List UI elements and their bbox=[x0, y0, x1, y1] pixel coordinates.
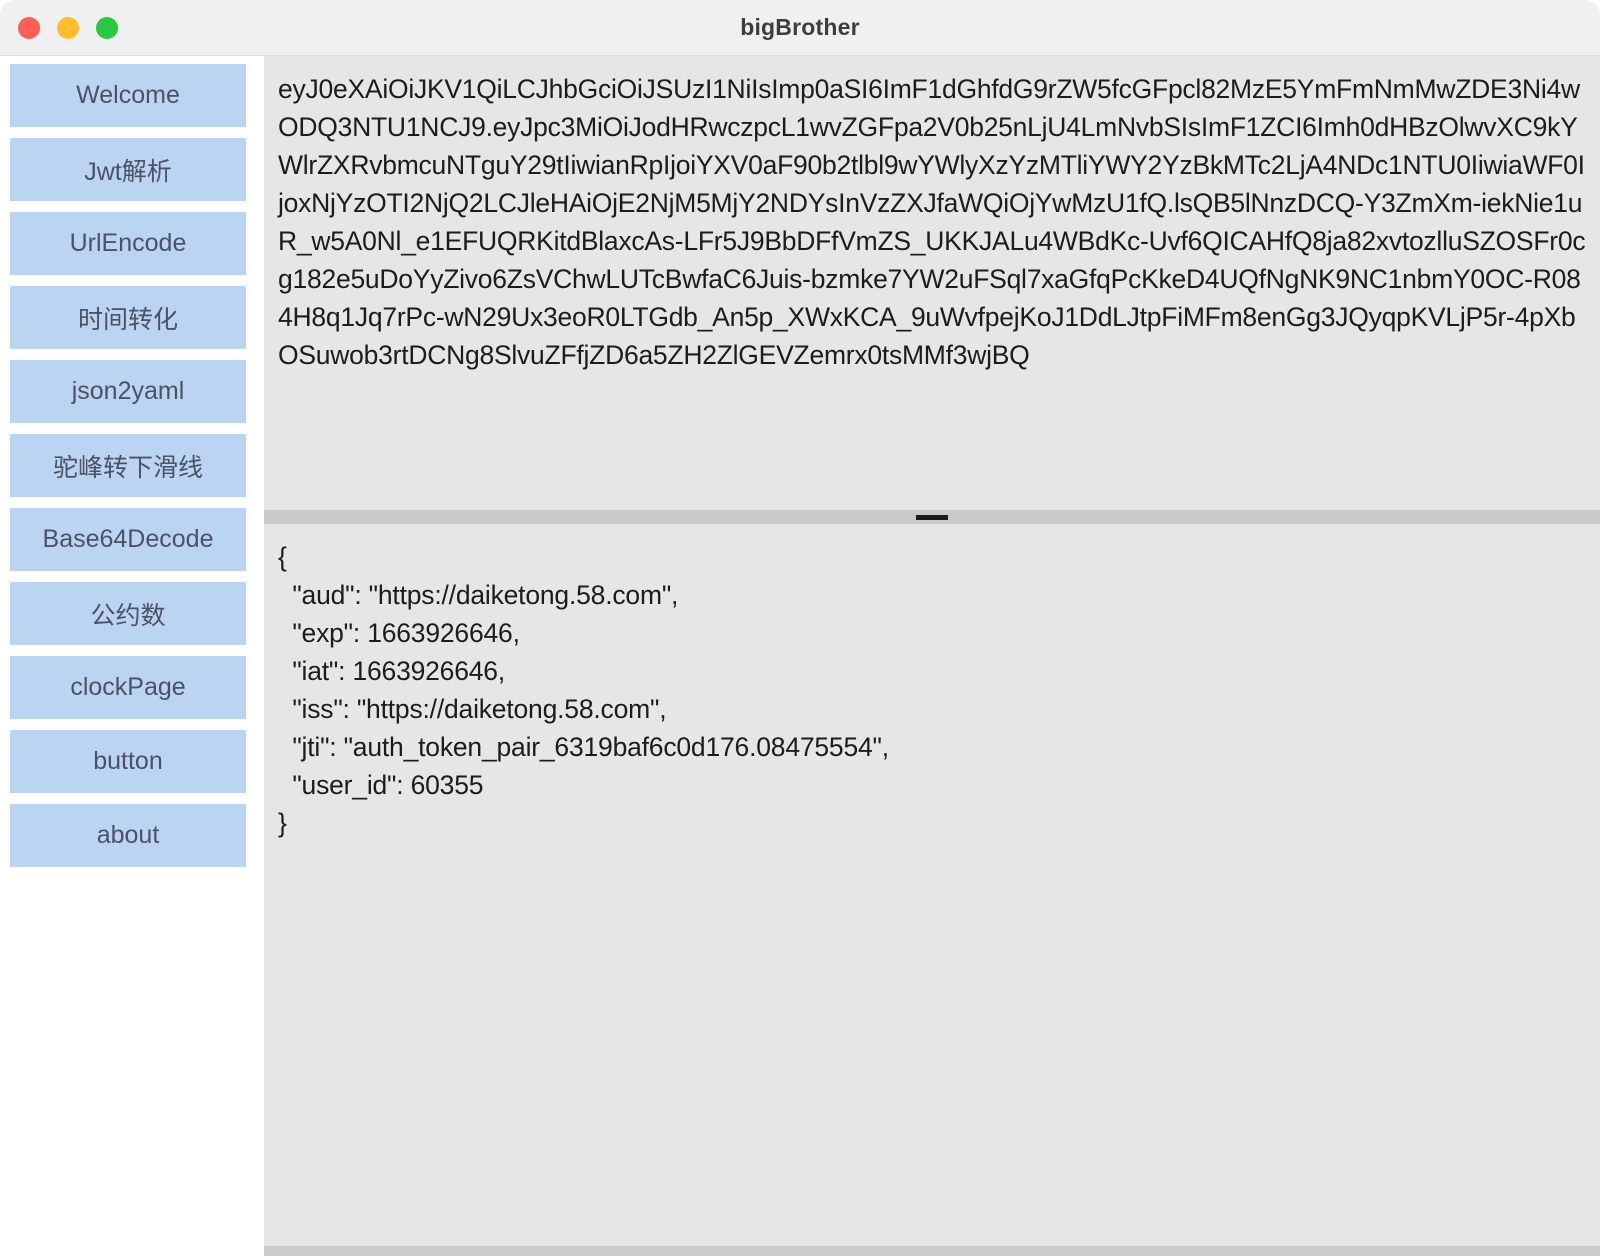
sidebar-item-label: json2yaml bbox=[71, 377, 185, 405]
sidebar-item-camel-to-underscore[interactable]: 驼峰转下滑线 bbox=[10, 434, 246, 497]
splitter-drag-handle[interactable] bbox=[916, 514, 948, 520]
sidebar: Welcome Jwt解析 UrlEncode 时间转化 json2yaml 驼… bbox=[0, 56, 256, 1256]
minimize-window-button[interactable] bbox=[57, 16, 79, 39]
sidebar-item-time-convert[interactable]: 时间转化 bbox=[10, 286, 246, 349]
sidebar-item-json2yaml[interactable]: json2yaml bbox=[10, 360, 246, 423]
title-bar: bigBrother bbox=[0, 0, 1600, 56]
window-title: bigBrother bbox=[740, 14, 860, 40]
sidebar-item-welcome[interactable]: Welcome bbox=[10, 64, 246, 127]
main-content: eyJ0eXAiOiJKV1QiLCJhbGciOiJSUzI1NiIsImp0… bbox=[256, 56, 1600, 1256]
sidebar-item-base64-decode[interactable]: Base64Decode bbox=[10, 508, 246, 571]
window-controls bbox=[18, 0, 118, 55]
sidebar-item-jwt-parse[interactable]: Jwt解析 bbox=[10, 138, 246, 201]
jwt-token-input[interactable]: eyJ0eXAiOiJKV1QiLCJhbGciOiJSUzI1NiIsImp0… bbox=[264, 56, 1600, 510]
sidebar-item-label: 时间转化 bbox=[77, 305, 178, 334]
close-window-button[interactable] bbox=[18, 16, 40, 39]
sidebar-item-label: clockPage bbox=[70, 673, 186, 701]
sidebar-item-label: Base64Decode bbox=[42, 525, 214, 553]
pane-splitter[interactable] bbox=[264, 510, 1600, 524]
sidebar-item-clock-page[interactable]: clockPage bbox=[10, 656, 246, 719]
sidebar-item-common-divisor[interactable]: 公约数 bbox=[10, 582, 246, 645]
maximize-window-button[interactable] bbox=[96, 16, 118, 39]
app-window: bigBrother Welcome Jwt解析 UrlEncode 时间转化 … bbox=[0, 0, 1600, 1256]
sidebar-item-label: button bbox=[93, 747, 163, 775]
sidebar-item-label: Welcome bbox=[76, 81, 180, 109]
sidebar-item-label: about bbox=[96, 821, 160, 849]
sidebar-item-about[interactable]: about bbox=[10, 804, 246, 867]
sidebar-item-label: 公约数 bbox=[90, 601, 166, 630]
jwt-token-text[interactable]: eyJ0eXAiOiJKV1QiLCJhbGciOiJSUzI1NiIsImp0… bbox=[278, 70, 1588, 374]
sidebar-item-label: Jwt解析 bbox=[84, 157, 172, 186]
sidebar-item-button[interactable]: button bbox=[10, 730, 246, 793]
sidebar-item-label: 驼峰转下滑线 bbox=[52, 453, 203, 482]
jwt-decoded-output[interactable]: { "aud": "https://daiketong.58.com", "ex… bbox=[264, 524, 1600, 1256]
sidebar-item-label: UrlEncode bbox=[69, 229, 187, 257]
horizontal-scrollbar[interactable] bbox=[264, 1246, 1600, 1256]
jwt-decoded-text[interactable]: { "aud": "https://daiketong.58.com", "ex… bbox=[278, 538, 1588, 842]
sidebar-item-url-encode[interactable]: UrlEncode bbox=[10, 212, 246, 275]
window-body: Welcome Jwt解析 UrlEncode 时间转化 json2yaml 驼… bbox=[0, 56, 1600, 1256]
